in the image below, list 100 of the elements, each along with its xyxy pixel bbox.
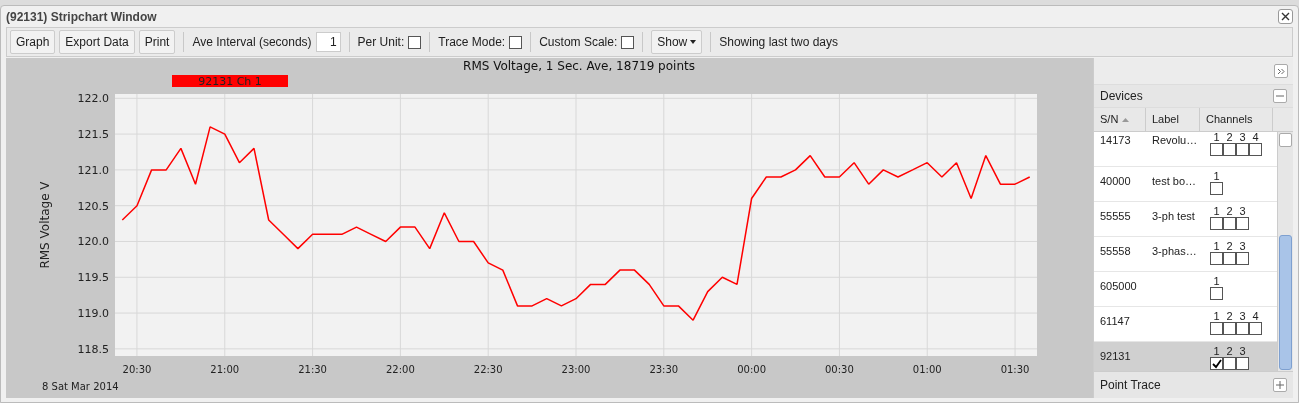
- toolbar-button[interactable]: Graph: [10, 30, 56, 54]
- checkbox[interactable]: [1236, 322, 1249, 335]
- column-header[interactable]: Channels: [1200, 108, 1273, 131]
- channel-number: 3: [1238, 132, 1247, 143]
- channel-number: 4: [1251, 311, 1260, 322]
- y-tick-label: 118.5: [77, 342, 109, 356]
- section-title: Point Trace: [1100, 377, 1161, 394]
- serial-number: 61147: [1100, 315, 1130, 327]
- y-tick-label: 120.0: [77, 235, 109, 249]
- scrollbar[interactable]: [1277, 132, 1293, 371]
- device-label: 3-ph test: [1152, 210, 1195, 222]
- collapse-panel-button[interactable]: [1274, 64, 1288, 78]
- checkbox[interactable]: [1236, 143, 1249, 156]
- channel-number: 3: [1238, 206, 1247, 217]
- status-text: Showing last two days: [719, 34, 838, 51]
- checkbox[interactable]: [1223, 217, 1236, 230]
- checkbox[interactable]: [1223, 322, 1236, 335]
- x-tick-label: 01:30: [1000, 364, 1030, 375]
- toolbar-button[interactable]: Export Data: [59, 30, 135, 54]
- x-tick-label: 21:00: [210, 364, 240, 375]
- interval-label: Ave Interval (seconds): [192, 34, 312, 51]
- channel-number: 1: [1212, 132, 1221, 143]
- serial-number: 92131: [1100, 350, 1131, 362]
- date-label: 8 Sat Mar 2014: [42, 381, 119, 392]
- checkbox[interactable]: [1249, 143, 1262, 156]
- device-row[interactable]: 14173 Revolu… 1 2 3 4: [1094, 132, 1277, 167]
- serial-number: 14173: [1100, 134, 1131, 146]
- toolbar-button[interactable]: Print: [138, 30, 176, 54]
- checkbox[interactable]: [1236, 252, 1249, 265]
- y-tick-label: 119.0: [77, 307, 109, 321]
- checkbox[interactable]: [408, 35, 422, 49]
- channel-number: 2: [1225, 206, 1234, 217]
- channel-number: 1: [1212, 276, 1221, 287]
- checkbox[interactable]: [1223, 357, 1236, 370]
- checkbox[interactable]: [509, 35, 523, 49]
- channel-number: 1: [1212, 311, 1221, 322]
- legend-item: 92131 Ch 1: [172, 75, 288, 88]
- minus-icon: [1276, 92, 1284, 100]
- show-menu-button[interactable]: Show: [651, 30, 703, 54]
- checkbox[interactable]: [1210, 217, 1223, 230]
- y-tick-label: 121.5: [77, 128, 109, 142]
- device-label: Revolu…: [1152, 134, 1198, 146]
- interval-field[interactable]: 1: [315, 32, 341, 52]
- y-axis-label: RMS Voltage V: [38, 181, 52, 269]
- double-chevron-icon: [1277, 67, 1285, 75]
- close-button[interactable]: [1278, 9, 1293, 24]
- checkbox[interactable]: [1210, 287, 1223, 300]
- device-row[interactable]: 92131 1 2 3: [1094, 342, 1277, 371]
- checkbox[interactable]: [1210, 143, 1223, 156]
- checkbox[interactable]: [1223, 252, 1236, 265]
- x-tick-label: 01:00: [912, 364, 942, 375]
- channel-number: 3: [1238, 241, 1247, 252]
- chart-title: RMS Voltage, 1 Sec. Ave, 18719 points: [463, 59, 695, 73]
- checkbox[interactable]: [1210, 357, 1223, 370]
- column-header[interactable]: Label: [1146, 108, 1200, 131]
- checkbox[interactable]: [1210, 322, 1223, 335]
- column-header[interactable]: S/N: [1094, 108, 1146, 131]
- checkbox[interactable]: [1236, 357, 1249, 370]
- y-tick-label: 121.0: [77, 163, 109, 177]
- channel-number: 1: [1212, 241, 1221, 252]
- option-label: Custom Scale:: [539, 34, 618, 51]
- checkbox[interactable]: [1236, 217, 1249, 230]
- device-label: test bo…: [1152, 175, 1197, 187]
- serial-number: 55555: [1100, 210, 1131, 222]
- channel-number: 1: [1212, 171, 1221, 182]
- y-tick-label: 122.0: [77, 92, 109, 106]
- channel-number: 3: [1238, 311, 1247, 322]
- checkbox[interactable]: [621, 35, 635, 49]
- x-tick-label: 20:30: [122, 364, 152, 375]
- x-tick-label: 00:30: [825, 364, 854, 375]
- channel-number: 1: [1212, 206, 1221, 217]
- checkbox[interactable]: [1249, 322, 1262, 335]
- channel-number: 2: [1225, 241, 1234, 252]
- caret-icon: [690, 40, 697, 44]
- serial-number: 55558: [1100, 245, 1131, 257]
- close-icon: [1281, 12, 1290, 21]
- channel-number: 2: [1225, 311, 1234, 322]
- x-tick-label: 21:30: [298, 364, 327, 375]
- x-tick-label: 23:30: [649, 364, 679, 375]
- y-tick-label: 119.5: [77, 271, 109, 285]
- channel-number: 1: [1212, 346, 1221, 357]
- checkbox[interactable]: [1210, 252, 1223, 265]
- x-tick-label: 22:30: [473, 364, 503, 375]
- y-tick-label: 120.5: [77, 199, 109, 213]
- serial-number: 40000: [1100, 175, 1131, 187]
- checkbox[interactable]: [1223, 143, 1236, 156]
- section-title: Devices: [1100, 88, 1143, 105]
- option-label: Trace Mode:: [438, 34, 506, 51]
- device-label: 3-phas…: [1152, 245, 1197, 257]
- channel-number: 2: [1225, 132, 1234, 143]
- channel-number: 3: [1238, 346, 1247, 357]
- serial-number: 605000: [1100, 280, 1137, 292]
- checkbox[interactable]: [1210, 182, 1223, 195]
- x-tick-label: 23:00: [561, 364, 591, 375]
- window-title: (92131) Stripchart Window: [6, 8, 157, 26]
- channel-number: 2: [1225, 346, 1234, 357]
- channel-number: 4: [1251, 132, 1260, 143]
- x-tick-label: 22:00: [385, 364, 415, 375]
- x-tick-label: 00:00: [737, 364, 767, 375]
- option-label: Per Unit:: [357, 34, 405, 51]
